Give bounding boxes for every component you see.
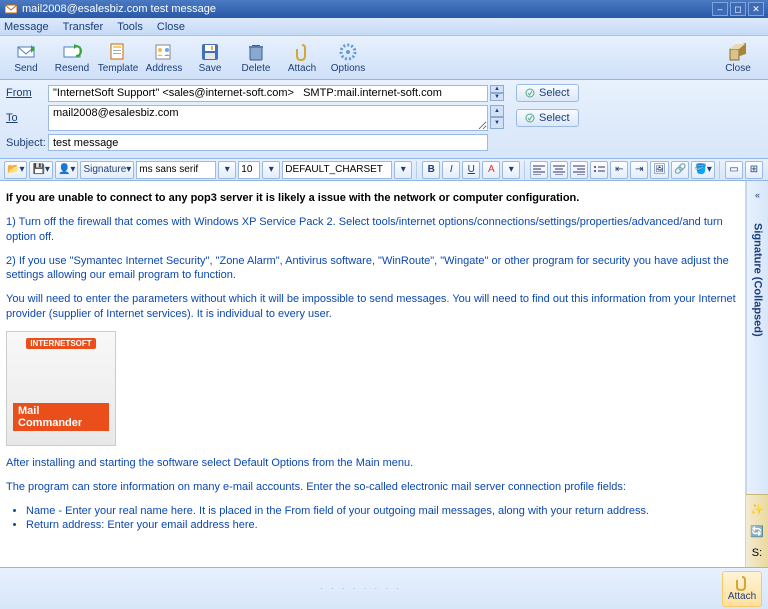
subject-input[interactable]	[48, 134, 488, 151]
to-down[interactable]: ▼	[490, 117, 504, 129]
body-heading: If you are unable to connect to any pop3…	[6, 192, 579, 204]
subject-label: Subject:	[6, 137, 48, 149]
menu-tools[interactable]: Tools	[117, 21, 143, 33]
resend-button[interactable]: Resend	[50, 38, 94, 78]
layout2-button[interactable]: ⊞	[745, 161, 763, 179]
from-label[interactable]: From	[6, 87, 48, 99]
insert-image-button[interactable]: 🖼	[650, 161, 669, 179]
save-icon[interactable]: 💾▾	[29, 161, 52, 179]
body-p4: After installing and starting the softwa…	[6, 456, 739, 470]
paperclip-icon	[735, 575, 749, 591]
font-dd[interactable]: ▾	[218, 161, 236, 179]
template-button[interactable]: Template	[96, 38, 140, 78]
menu-bar: Message Transfer Tools Close	[0, 18, 768, 36]
bg-color-button[interactable]: ▾	[502, 161, 520, 179]
from-select-button[interactable]: Select	[516, 84, 579, 102]
refresh-icon[interactable]: 🔄	[749, 523, 765, 539]
save-button[interactable]: Save	[188, 38, 232, 78]
title-bar: mail2008@esalesbiz.com test message – ◻ …	[0, 0, 768, 18]
size-select[interactable]	[238, 161, 260, 179]
body-li1: Name - Enter your real name here. It is …	[26, 505, 739, 517]
product-box-image: INTERNETSOFT Mail Commander	[6, 331, 116, 446]
bold-button[interactable]: B	[422, 161, 440, 179]
minimize-button[interactable]: –	[712, 2, 728, 16]
font-select[interactable]	[136, 161, 216, 179]
attach-bottom-button[interactable]: Attach	[722, 571, 762, 607]
to-label[interactable]: To	[6, 112, 48, 124]
app-icon	[4, 2, 18, 16]
profile-icon[interactable]: 👤▾	[55, 161, 78, 179]
fill-color-button[interactable]: 🪣▾	[691, 161, 714, 179]
body-li2: Return address: Enter your email address…	[26, 519, 739, 531]
side-select-icon[interactable]: S:	[749, 545, 765, 561]
close-button[interactable]: Close	[716, 38, 760, 78]
editor-toolbar: 📂▾ 💾▾ 👤▾ Signature ▾ ▾ ▾ ▾ B I U A ▾ ⇤ ⇥…	[0, 159, 768, 181]
from-up[interactable]: ▲	[490, 85, 504, 93]
menu-close[interactable]: Close	[157, 21, 185, 33]
align-center-button[interactable]	[550, 161, 568, 179]
font-color-button[interactable]: A	[482, 161, 500, 179]
from-down[interactable]: ▼	[490, 93, 504, 101]
align-right-button[interactable]	[570, 161, 588, 179]
to-select-button[interactable]: Select	[516, 109, 579, 127]
attach-button[interactable]: Attach	[280, 38, 324, 78]
charset-select[interactable]	[282, 161, 392, 179]
delete-button[interactable]: Delete	[234, 38, 278, 78]
italic-button[interactable]: I	[442, 161, 460, 179]
collapse-chevron-icon[interactable]: «	[750, 187, 766, 203]
wand-icon[interactable]: ✨	[749, 501, 765, 517]
menu-message[interactable]: Message	[4, 21, 49, 33]
side-actions: ✨ 🔄 S:	[746, 494, 768, 567]
resize-handle[interactable]: · · · · · · · ·	[0, 584, 722, 593]
body-p3: You will need to enter the parameters wi…	[6, 292, 739, 321]
send-button[interactable]: Send	[4, 38, 48, 78]
bullet-list-button[interactable]	[590, 161, 608, 179]
header-fields: From ▲▼ Select To ▲▼ Select Subject:	[0, 80, 768, 159]
bottom-bar: · · · · · · · · Attach	[0, 567, 768, 609]
open-icon[interactable]: 📂▾	[4, 161, 27, 179]
close-window-button[interactable]: ✕	[748, 2, 764, 16]
indent-button[interactable]: ⇥	[630, 161, 648, 179]
align-left-button[interactable]	[530, 161, 548, 179]
signature-dropdown[interactable]: Signature ▾	[80, 161, 134, 179]
signature-panel: « Signature (Collapsed)	[746, 181, 768, 494]
layout1-button[interactable]: ▭	[725, 161, 743, 179]
underline-button[interactable]: U	[462, 161, 480, 179]
body-p2: 2) If you use "Symantec Internet Securit…	[6, 254, 739, 283]
from-input[interactable]	[48, 85, 488, 102]
body-p5: The program can store information on man…	[6, 480, 739, 494]
signature-panel-label[interactable]: Signature (Collapsed)	[752, 223, 764, 337]
size-dd[interactable]: ▾	[262, 161, 280, 179]
body-p1: 1) Turn off the firewall that comes with…	[6, 215, 739, 244]
message-body[interactable]: If you are unable to connect to any pop3…	[0, 181, 746, 567]
to-up[interactable]: ▲	[490, 105, 504, 117]
menu-transfer[interactable]: Transfer	[63, 21, 104, 33]
options-button[interactable]: Options	[326, 38, 370, 78]
charset-dd[interactable]: ▾	[394, 161, 412, 179]
insert-link-button[interactable]: 🔗	[671, 161, 689, 179]
maximize-button[interactable]: ◻	[730, 2, 746, 16]
outdent-button[interactable]: ⇤	[610, 161, 628, 179]
to-input[interactable]	[48, 105, 488, 131]
window-title: mail2008@esalesbiz.com test message	[22, 3, 712, 15]
address-button[interactable]: Address	[142, 38, 186, 78]
main-toolbar: Send Resend Template Address Save Delete…	[0, 36, 768, 80]
